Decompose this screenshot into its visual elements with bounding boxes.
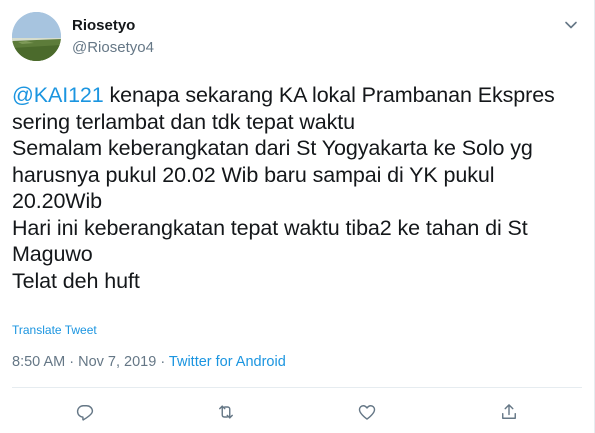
tweet-line: sering terlambat dan tdk tepat waktu xyxy=(12,109,355,134)
reply-icon xyxy=(76,405,94,421)
tweet-text: @KAI121 kenapa sekarang KA lokal Pramban… xyxy=(12,82,582,294)
retweet-button[interactable] xyxy=(212,398,240,426)
avatar[interactable] xyxy=(12,12,61,61)
share-icon xyxy=(502,404,516,419)
tweet-line-text: kenapa sekarang KA lokal Prambanan Ekspr… xyxy=(103,83,555,107)
translate-tweet-link[interactable]: Translate Tweet xyxy=(12,323,97,337)
tweet-line: Telat deh huft xyxy=(12,268,140,293)
tweet-card: Riosetyo @Riosetyo4 @KAI121 kenapa sekar… xyxy=(0,0,595,433)
chevron-down-icon[interactable] xyxy=(562,16,580,34)
tweet-meta: 8:50 AM · Nov 7, 2019 · Twitter for Andr… xyxy=(12,354,286,370)
tweet-source-link[interactable]: Twitter for Android xyxy=(169,354,286,370)
tweet-line: Maguwo xyxy=(12,242,93,266)
tweet-line: Semalam keberangkatan dari St Yogyakarta… xyxy=(12,136,533,160)
like-button[interactable] xyxy=(353,398,381,426)
tweet-date[interactable]: Nov 7, 2019 xyxy=(78,354,156,370)
user-name[interactable]: Riosetyo xyxy=(72,17,135,34)
tweet-line: Hari ini keberangkatan tepat waktu tiba2… xyxy=(12,215,528,240)
tweet-line: harusnya pukul 20.02 Wib baru sampai di … xyxy=(12,162,495,187)
meta-separator: · xyxy=(65,354,79,370)
divider xyxy=(12,387,582,388)
mention-link[interactable]: @KAI121 xyxy=(12,83,104,107)
tweet-line: @KAI121 kenapa sekarang KA lokal Pramban… xyxy=(12,82,582,109)
heart-icon xyxy=(358,405,376,420)
tweet-time[interactable]: 8:50 AM xyxy=(12,354,65,370)
share-button[interactable] xyxy=(495,398,523,426)
avatar-image xyxy=(12,12,61,61)
meta-separator: · xyxy=(156,354,169,370)
user-handle[interactable]: @Riosetyo4 xyxy=(72,39,154,56)
retweet-icon xyxy=(219,405,233,419)
tweet-line: 20.20Wib xyxy=(12,189,103,213)
reply-button[interactable] xyxy=(71,398,99,426)
action-bar xyxy=(0,398,595,426)
